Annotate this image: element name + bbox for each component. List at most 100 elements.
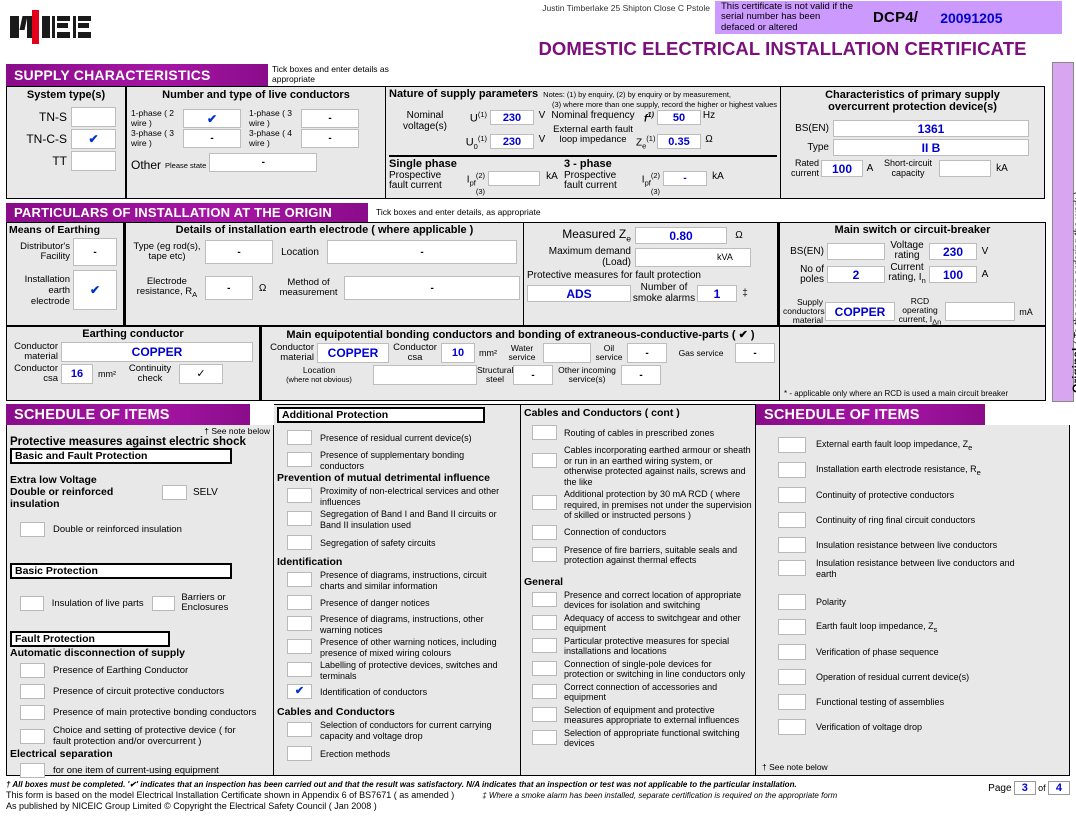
checkbox-selection-external-influences[interactable]	[532, 706, 557, 722]
continuity-check-box[interactable]: ✓	[179, 364, 223, 384]
main-switch-current-input[interactable]: 100	[929, 266, 977, 283]
checkbox-test-continuity-ring[interactable]	[778, 512, 806, 528]
checkbox-additional-protection-30ma[interactable]	[532, 495, 557, 510]
ocpd-rated-input[interactable]: 100	[821, 159, 863, 177]
checkbox-correct-connection-accessories[interactable]	[532, 683, 557, 699]
gas-service-box[interactable]: -	[735, 343, 775, 363]
system-type-checkbox-tn-c-s[interactable]: ✔	[71, 129, 116, 149]
installation-electrode-checkbox[interactable]: ✔	[73, 270, 117, 310]
smoke-alarms-input[interactable]: 1	[697, 284, 737, 302]
checkbox-labelling-protective-devices[interactable]	[287, 662, 312, 677]
live-conductor-checkbox-3ph4w[interactable]: -	[301, 129, 359, 148]
checkbox-segregation-bands[interactable]	[287, 511, 312, 526]
main-switch-voltage-input[interactable]: 230	[929, 242, 977, 260]
earthing-csa-input[interactable]: 16	[61, 364, 93, 384]
checkbox-identification-conductors[interactable]: ✔	[287, 684, 312, 699]
checkbox-presence-main-bonding[interactable]	[20, 705, 45, 720]
max-demand-input[interactable]	[635, 247, 751, 267]
extra-low-voltage-label: Extra low Voltage Double or reinforced in…	[10, 474, 114, 510]
nominal-voltage-u0-input[interactable]: 230	[490, 134, 534, 149]
rcd-current-input[interactable]	[945, 302, 1015, 322]
checkbox-test-insulation-live[interactable]	[778, 537, 806, 553]
live-conductor-checkbox-3ph3w[interactable]: -	[183, 129, 241, 148]
other-incoming-box[interactable]: -	[621, 365, 661, 385]
checkbox-special-installations[interactable]	[532, 637, 557, 653]
protective-measures-input[interactable]: ADS	[527, 284, 631, 302]
checkbox-presence-danger-notices[interactable]	[287, 595, 312, 610]
checkbox-test-voltage-drop[interactable]	[778, 719, 806, 735]
checkbox-presence-earthing-conductor[interactable]	[20, 663, 45, 678]
selv-checkbox[interactable]	[162, 484, 187, 500]
checkbox-test-continuity-cpc[interactable]	[778, 487, 806, 503]
nature-of-supply-panel: Nature of supply parameters Notes: (1) b…	[386, 86, 781, 199]
nominal-frequency-input[interactable]: 50	[657, 110, 701, 125]
bonding-material-input[interactable]: COPPER	[317, 343, 389, 363]
bonding-csa-input[interactable]: 10	[441, 343, 475, 363]
f-unit: Hz	[702, 110, 716, 121]
checkbox-test-rcd-operation[interactable]	[778, 669, 806, 685]
checkbox-functional-switching-devices[interactable]	[532, 729, 557, 745]
system-type-checkbox-tt[interactable]	[71, 151, 116, 171]
checkbox-fire-barriers[interactable]	[532, 546, 557, 562]
live-conductor-checkbox-1ph3w[interactable]: -	[301, 109, 359, 128]
electrode-method-input[interactable]: -	[344, 276, 520, 300]
external-ze-input[interactable]: 0.35	[657, 134, 701, 149]
checkbox-single-pole-devices[interactable]	[532, 660, 557, 676]
electrode-location-input[interactable]: -	[327, 240, 517, 264]
measured-ze-input[interactable]: 0.80	[635, 227, 727, 244]
ze-symbol: Ze(1)	[636, 134, 656, 151]
checkbox-presence-diagrams-charts[interactable]	[287, 572, 312, 587]
ocpd-bsen-input[interactable]: 1361	[833, 120, 1029, 137]
ze-unit: Ω	[705, 134, 713, 145]
main-switch-bsen-input[interactable]	[827, 242, 885, 260]
checkbox-choice-setting-protective-device[interactable]	[20, 729, 45, 744]
checkbox-double-reinforced-insulation[interactable]	[20, 522, 45, 537]
checkbox-test-electrode-resistance[interactable]	[778, 462, 806, 478]
pfc-single-input[interactable]	[488, 170, 540, 186]
checkbox-insulation-live-parts[interactable]	[20, 595, 44, 611]
measured-ze-unit: Ω	[735, 230, 743, 241]
checkbox-cables-earthed-armour[interactable]	[532, 453, 557, 468]
pfc-three-input[interactable]: -	[663, 170, 707, 186]
checkbox-proximity-non-electrical[interactable]	[287, 488, 312, 503]
main-switch-poles-input[interactable]: 2	[827, 266, 885, 283]
checkbox-test-insulation-earth[interactable]	[778, 560, 806, 576]
ocpd-scc-input[interactable]	[939, 159, 991, 177]
electrode-type-input[interactable]: -	[205, 240, 273, 264]
checkbox-test-polarity[interactable]	[778, 594, 806, 610]
nominal-voltage-u-input[interactable]: 230	[490, 110, 534, 125]
checkbox-mixed-wiring-colours[interactable]	[287, 639, 312, 654]
distributor-facility-checkbox[interactable]: -	[73, 238, 117, 266]
schedules-section: SCHEDULE OF ITEMS INSPECTED † See note b…	[6, 404, 1070, 778]
system-type-checkbox-tn-s[interactable]	[71, 107, 116, 127]
water-service-box[interactable]	[543, 343, 591, 363]
checkbox-test-zs[interactable]	[778, 619, 806, 635]
certificate-page: Justin Timberlake 25 Shipton Close C Pst…	[0, 0, 1076, 820]
electrode-resistance-input[interactable]: -	[204, 276, 253, 300]
checkbox-routing-cables-zones[interactable]	[532, 425, 557, 440]
checkbox-test-functional-assemblies[interactable]	[778, 694, 806, 710]
oil-service-box[interactable]: -	[627, 343, 667, 363]
checkbox-test-phase-sequence[interactable]	[778, 644, 806, 660]
checkbox-connection-conductors[interactable]	[532, 524, 557, 540]
checkbox-presence-other-warning[interactable]	[287, 616, 312, 631]
ocpd-type-input[interactable]: II B	[833, 139, 1029, 156]
checkbox-one-item-current-using[interactable]	[20, 763, 45, 778]
checkbox-selection-conductors-capacity[interactable]	[287, 722, 312, 737]
checkbox-isolation-switching-devices[interactable]	[532, 591, 557, 607]
live-conductor-checkbox-1ph2w[interactable]: ✔	[183, 109, 241, 128]
checkbox-presence-rcd[interactable]	[287, 430, 312, 445]
checkbox-adequacy-access-switchgear[interactable]	[532, 614, 557, 630]
checkbox-presence-cpc[interactable]	[20, 684, 45, 699]
checkbox-supplementary-bonding[interactable]	[287, 452, 312, 467]
supply-material-input[interactable]: COPPER	[825, 302, 895, 322]
checkbox-erection-methods[interactable]	[287, 746, 312, 761]
earthing-material-input[interactable]: COPPER	[61, 342, 253, 362]
other-conductors-input[interactable]: -	[209, 153, 318, 172]
checkbox-segregation-safety-circuits[interactable]	[287, 535, 312, 550]
ocpd-rated-unit: A	[866, 162, 874, 174]
bonding-location-input[interactable]	[373, 365, 477, 385]
checkbox-test-external-ze[interactable]	[778, 437, 806, 453]
checkbox-barriers-enclosures[interactable]	[151, 595, 176, 611]
structural-steel-box[interactable]: -	[513, 365, 553, 385]
